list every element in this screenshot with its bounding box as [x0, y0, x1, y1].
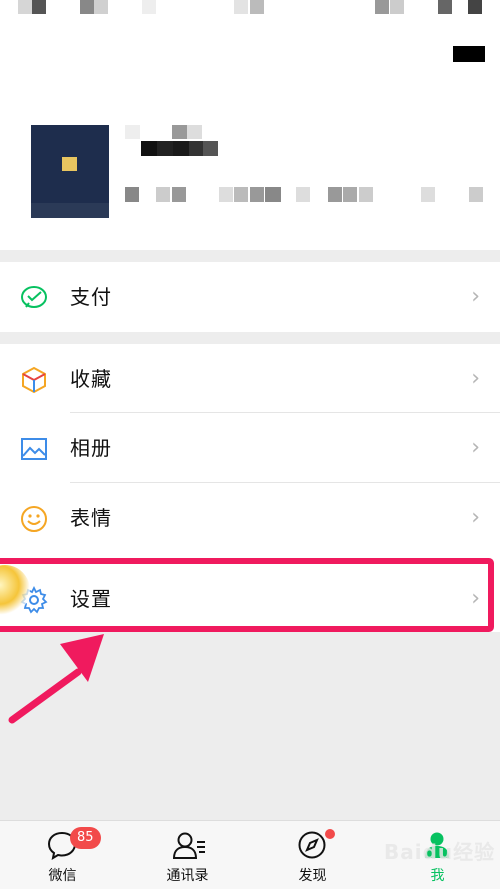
album-image-icon	[21, 438, 47, 460]
chevron-right-icon: ›	[471, 366, 480, 391]
camera-icon[interactable]	[453, 46, 485, 62]
compass-icon	[298, 831, 326, 859]
chevron-right-icon: ›	[471, 505, 480, 530]
tab-contacts[interactable]: 通讯录	[125, 821, 250, 889]
menu-item-label: 支付	[70, 285, 112, 309]
annotation-arrow-icon	[8, 634, 104, 724]
menu-item-stickers[interactable]: 表情 ›	[0, 483, 500, 553]
tab-label: 通讯录	[166, 868, 209, 884]
baidu-watermark: Baidu经验	[384, 840, 496, 864]
profile-header	[0, 0, 500, 250]
pay-section: 支付 ›	[0, 262, 500, 332]
menu-item-label: 相册	[70, 436, 112, 460]
menu-item-label: 表情	[70, 506, 112, 530]
wechat-pay-icon	[21, 286, 47, 308]
menu-item-label: 收藏	[70, 367, 112, 391]
smiley-face-icon	[21, 506, 47, 532]
menu-item-album[interactable]: 相册 ›	[0, 413, 500, 483]
tab-label: 我	[430, 868, 445, 884]
status-bar	[0, 0, 500, 18]
chevron-right-icon: ›	[471, 435, 480, 460]
avatar[interactable]	[31, 125, 109, 218]
tab-label: 微信	[48, 868, 77, 884]
menu-item-pay[interactable]: 支付 ›	[0, 262, 500, 332]
tab-chats[interactable]: 85 微信	[0, 821, 125, 889]
tab-discover[interactable]: 发现	[250, 821, 375, 889]
contacts-person-icon	[172, 832, 205, 859]
chevron-right-icon: ›	[471, 284, 480, 309]
tab-label: 发现	[298, 868, 327, 884]
menu-item-favorites[interactable]: 收藏 ›	[0, 344, 500, 414]
favorites-cube-icon	[22, 366, 46, 394]
new-indicator-dot	[325, 829, 335, 839]
unread-badge: 85	[70, 827, 101, 849]
